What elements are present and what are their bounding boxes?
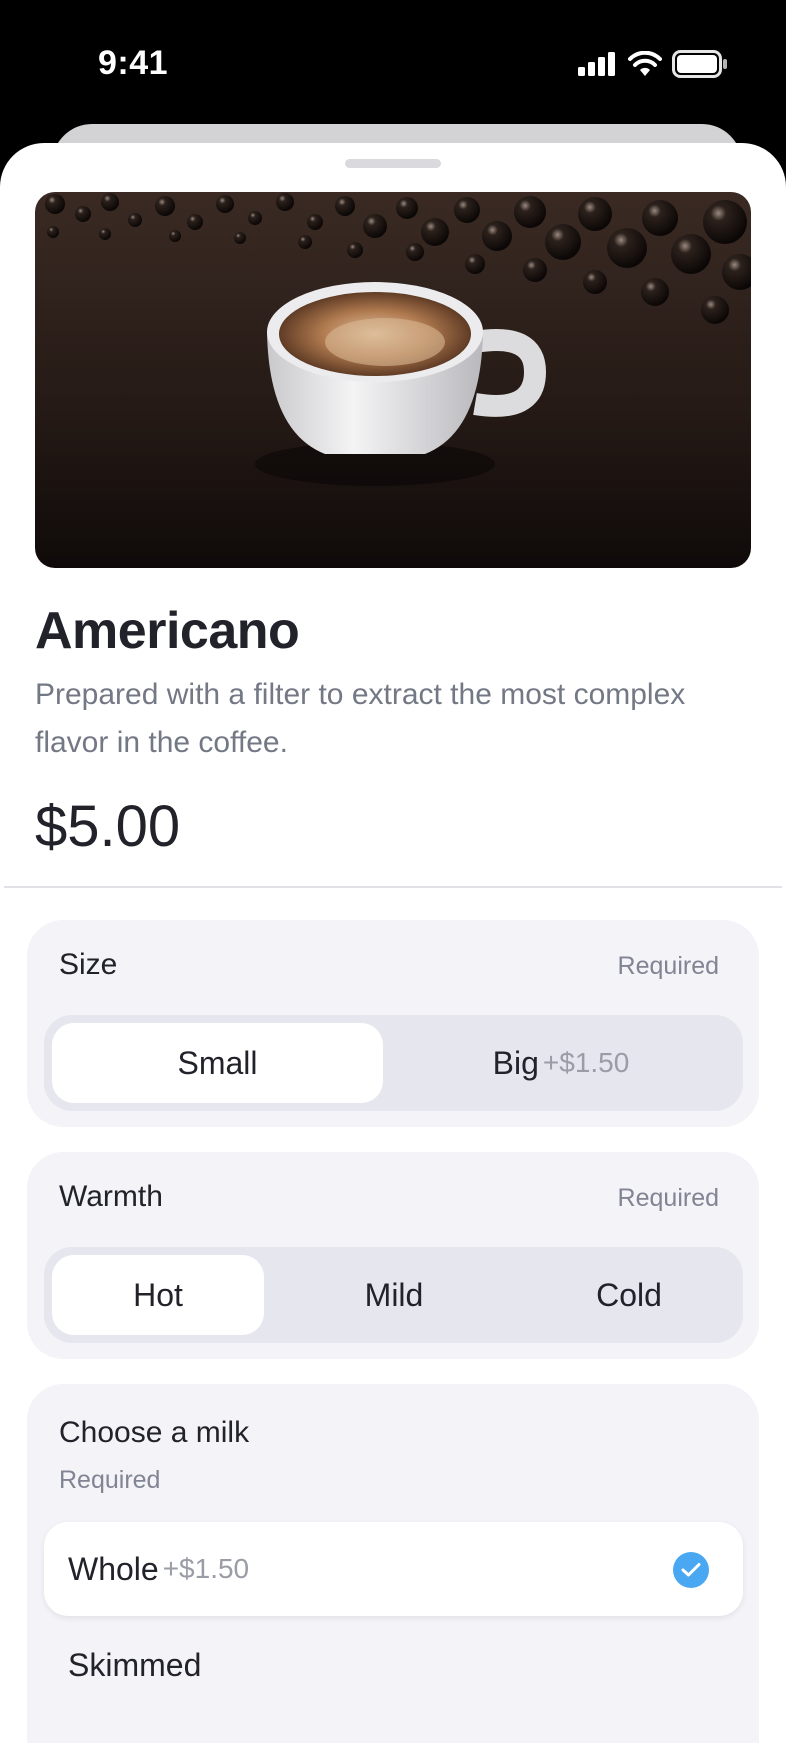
milk-title: Choose a milk bbox=[59, 1416, 250, 1449]
milk-option-label: Whole bbox=[68, 1550, 159, 1587]
checkmark-icon bbox=[673, 1552, 709, 1588]
size-title: Size bbox=[59, 948, 118, 981]
warmth-option-label: Cold bbox=[596, 1276, 662, 1313]
milk-card: Choose a milk Required Whole +$1.50 Skim… bbox=[27, 1384, 759, 1743]
milk-required: Required bbox=[59, 1466, 161, 1494]
size-option-extra-price: +$1.50 bbox=[542, 1047, 630, 1078]
product-sheet: Americano Prepared with a filter to extr… bbox=[0, 143, 786, 1743]
warmth-title: Warmth bbox=[59, 1180, 163, 1213]
warmth-option-label: Mild bbox=[364, 1276, 424, 1313]
product-title: Americano bbox=[35, 602, 300, 660]
size-option-big[interactable]: Big +$1.50 bbox=[387, 1023, 735, 1103]
wifi-icon bbox=[628, 51, 662, 76]
coffee-cup-image bbox=[35, 192, 751, 568]
product-description: Prepared with a filter to extract the mo… bbox=[35, 678, 686, 759]
milk-option-label: Skimmed bbox=[68, 1646, 202, 1683]
warmth-option-cold[interactable]: Cold bbox=[523, 1255, 735, 1335]
milk-option-whole[interactable]: Whole +$1.50 bbox=[44, 1522, 743, 1616]
warmth-option-hot[interactable]: Hot bbox=[52, 1255, 264, 1335]
size-option-label: Big bbox=[492, 1044, 539, 1081]
milk-option-extra-price: +$1.50 bbox=[162, 1553, 250, 1584]
status-time: 9:41 bbox=[98, 44, 169, 82]
product-image bbox=[35, 192, 751, 568]
warmth-required: Required bbox=[617, 1184, 719, 1212]
cellular-signal-icon bbox=[578, 52, 615, 76]
size-card: Size Required Small Big +$1.50 bbox=[27, 920, 759, 1127]
size-selector: Small Big +$1.50 bbox=[44, 1015, 743, 1111]
sheet-grabber[interactable] bbox=[345, 159, 441, 168]
battery-icon bbox=[672, 50, 727, 78]
warmth-option-label: Hot bbox=[133, 1276, 183, 1313]
product-price: $5.00 bbox=[35, 794, 181, 859]
size-option-small[interactable]: Small bbox=[52, 1023, 383, 1103]
size-option-label: Small bbox=[177, 1044, 258, 1081]
warmth-option-mild[interactable]: Mild bbox=[288, 1255, 500, 1335]
warmth-selector: Hot Mild Cold bbox=[44, 1247, 743, 1343]
status-icons bbox=[578, 50, 728, 78]
size-required: Required bbox=[617, 952, 719, 980]
status-bar: 9:41 bbox=[0, 0, 786, 130]
milk-option-skimmed[interactable]: Skimmed bbox=[44, 1618, 743, 1712]
divider bbox=[4, 886, 782, 888]
warmth-card: Warmth Required Hot Mild Cold bbox=[27, 1152, 759, 1359]
